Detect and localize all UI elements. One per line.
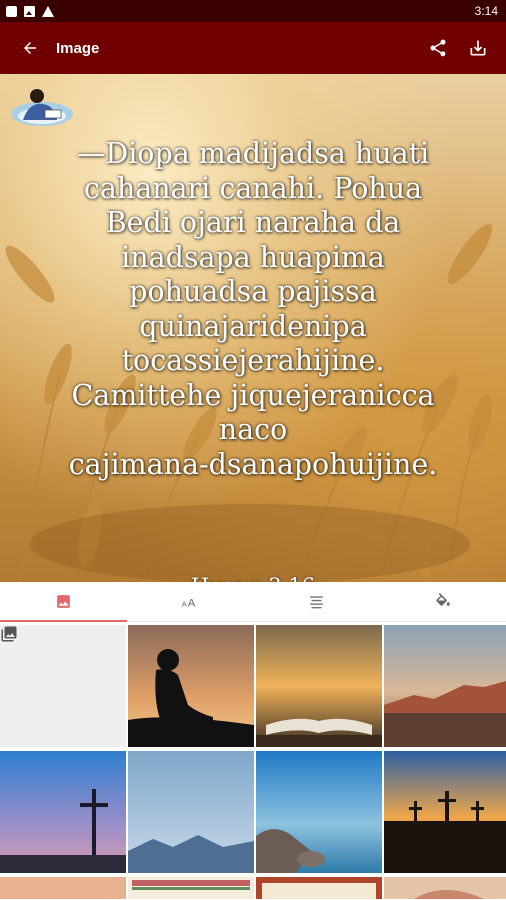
text-align-icon <box>309 595 323 608</box>
verse-line: naco <box>218 413 288 446</box>
background-thumbnail[interactable] <box>128 877 254 899</box>
background-thumbnail[interactable] <box>128 625 254 747</box>
ornate-frame-red-image <box>256 877 382 899</box>
image-icon <box>56 595 70 608</box>
warning-icon <box>42 5 54 17</box>
editor-tabs: A A <box>0 582 506 622</box>
background-thumbnail[interactable] <box>256 877 382 899</box>
download-button[interactable] <box>458 22 498 74</box>
image-notification-icon <box>24 5 35 17</box>
background-thumbnail[interactable] <box>256 625 382 747</box>
verse-line: inadsapa huapima <box>121 240 385 274</box>
background-grid <box>0 623 506 900</box>
page-title: Image <box>56 39 100 57</box>
three-crosses-image <box>384 751 506 873</box>
background-thumbnail[interactable] <box>256 751 382 873</box>
ornate-frame-green-image <box>128 877 254 899</box>
status-icons <box>6 5 54 17</box>
background-thumbnail[interactable] <box>128 751 254 873</box>
status-bar: 3:14 <box>0 0 506 22</box>
verse-image-preview[interactable]: —Diopa madijadsa huati cahanari canahi. … <box>0 74 506 582</box>
verse-line: tocassiejerahijine. <box>121 344 385 377</box>
tab-align[interactable] <box>253 582 380 621</box>
verse-line: pohuadsa pajissa <box>129 275 377 308</box>
open-bible-image <box>256 625 382 747</box>
tab-image[interactable] <box>0 582 127 622</box>
background-thumbnail[interactable] <box>0 751 126 873</box>
app-logo <box>11 89 73 126</box>
verse-text: —Diopa madijadsa huati cahanari canahi. … <box>18 137 488 482</box>
arrow-back-icon <box>24 42 36 54</box>
notification-square-icon <box>6 5 17 17</box>
verse-line: —Diopa madijadsa huati <box>76 137 430 170</box>
verse-line: quinajaridenipa <box>139 309 367 343</box>
back-button[interactable] <box>6 22 54 74</box>
verse-line: Bedi ojari naraha da <box>105 206 401 239</box>
svg-text:A: A <box>188 597 196 609</box>
app-bar: Image <box>0 22 506 74</box>
rocky-shore-image <box>256 751 382 873</box>
paint-bucket-icon <box>436 592 450 606</box>
cross-dusk-image <box>0 751 126 873</box>
share-button[interactable] <box>418 22 458 74</box>
background-thumbnail[interactable] <box>384 751 506 873</box>
download-icon <box>470 40 486 56</box>
verse-line: cahanari canahi. Pohua <box>83 171 423 205</box>
verse-line: cajimana-dsanapohuijine. <box>68 447 438 481</box>
background-thumbnail[interactable] <box>384 625 506 747</box>
gallery-picker-button[interactable] <box>0 625 126 747</box>
desert-mountains-image <box>384 625 506 747</box>
svg-text:A: A <box>182 599 187 608</box>
verse-line: Camittehe jiquejeranicca <box>71 378 435 412</box>
background-thumbnail[interactable] <box>0 877 126 899</box>
desert-dunes-image <box>384 877 506 899</box>
tab-color[interactable] <box>380 582 506 621</box>
reading-silhouette-image <box>128 625 254 747</box>
font-size-icon: A A <box>182 597 196 609</box>
photo-library-icon <box>1 626 17 642</box>
background-thumbnail[interactable] <box>384 877 506 899</box>
share-icon <box>430 39 446 57</box>
status-time: 3:14 <box>474 4 498 18</box>
peach-sky-image <box>0 877 126 899</box>
blue-mountains-image <box>128 751 254 873</box>
verse-reference: Huano 3.16 <box>0 574 506 582</box>
tab-font[interactable]: A A <box>127 582 254 621</box>
